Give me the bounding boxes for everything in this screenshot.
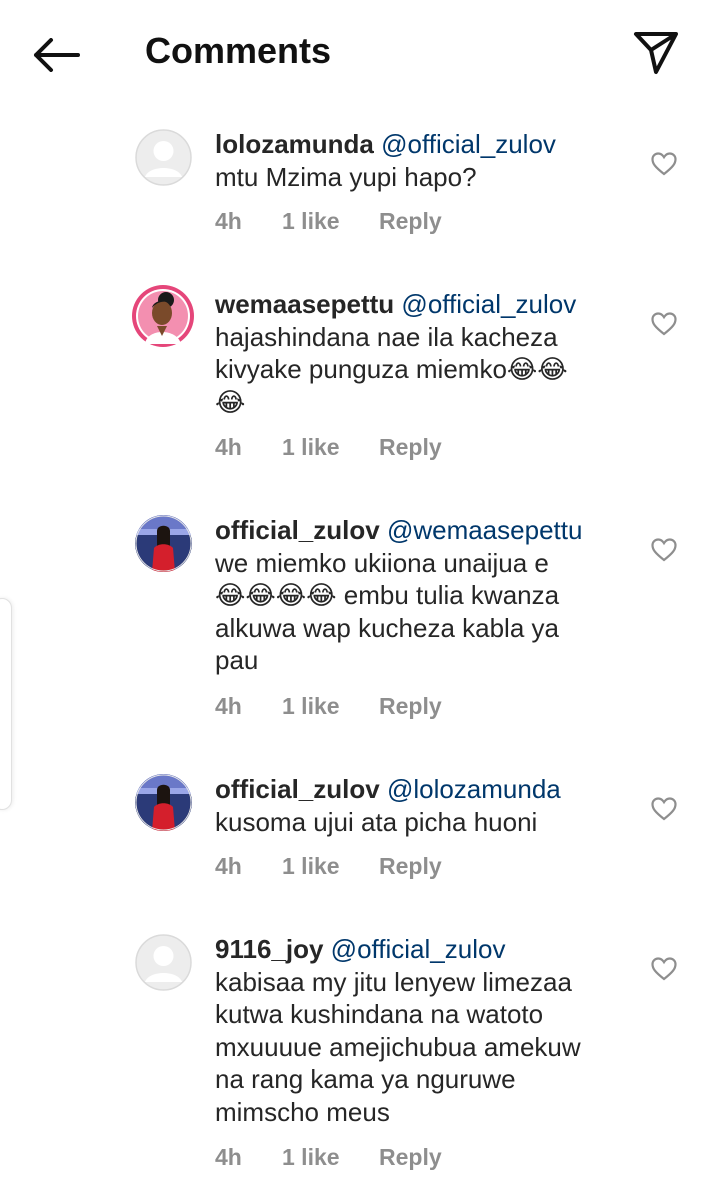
photo-avatar-icon [135, 515, 192, 572]
side-panel-handle[interactable] [0, 598, 12, 810]
comment-body: 9116_joy @official_zulov kabisaa my jitu… [215, 933, 615, 1128]
cartoon-woman-avatar-icon [132, 285, 194, 347]
comment-likes[interactable]: 1 like [282, 208, 379, 235]
reply-button[interactable]: Reply [379, 1144, 442, 1171]
page-title: Comments [145, 30, 332, 71]
comment-meta: 4h 1 like Reply [215, 434, 442, 461]
comment-likes[interactable]: 1 like [282, 1144, 379, 1171]
heart-icon[interactable] [651, 957, 677, 981]
reply-button[interactable]: Reply [379, 434, 442, 461]
comment-likes[interactable]: 1 like [282, 693, 379, 720]
comment-mention[interactable]: @official_zulov [401, 289, 576, 319]
comment-meta: 4h 1 like Reply [215, 693, 442, 720]
comment-text: 😂😂😂😂 embu tulia kwanza [215, 580, 560, 610]
reply-button[interactable]: Reply [379, 853, 442, 880]
comment-text: kivyake punguza miemko😂😂 [215, 354, 568, 384]
header: Comments [0, 0, 720, 105]
heart-icon[interactable] [651, 797, 677, 821]
comment-username[interactable]: 9116_joy [215, 934, 323, 964]
back-button[interactable] [30, 32, 82, 78]
comment-mention[interactable]: @official_zulov [381, 129, 556, 159]
comment-text: kabisaa my jitu lenyew limezaa [215, 966, 572, 997]
comment-text: mxuuuue amejichubua amekuw [215, 1031, 581, 1062]
comment-username[interactable]: official_zulov [215, 515, 380, 545]
paper-plane-icon [634, 32, 678, 74]
comment-text: 😂 [215, 386, 246, 417]
comment-text: mimscho meus [215, 1096, 390, 1127]
comment-username[interactable]: official_zulov [215, 774, 380, 804]
comment-body: wemaasepettu @official_zulov hajashindan… [215, 288, 615, 418]
avatar[interactable] [135, 515, 192, 572]
comment-mention[interactable]: @wemaasepettu [387, 515, 583, 545]
comment-time: 4h [215, 434, 242, 460]
avatar[interactable] [135, 774, 192, 831]
comment-time: 4h [215, 853, 242, 879]
comment-text: mtu Mzima yupi hapo? [215, 161, 477, 192]
share-button[interactable] [630, 28, 682, 78]
avatar[interactable] [131, 284, 195, 348]
heart-icon[interactable] [651, 538, 677, 562]
comment-text: we miemko ukiiona unaijua e [215, 547, 549, 578]
comment-text: alkuwa wap kucheza kabla ya [215, 612, 559, 643]
comment-likes[interactable]: 1 like [282, 434, 379, 461]
comment-body: official_zulov @wemaasepettu we miemko u… [215, 514, 615, 677]
avatar[interactable] [135, 934, 192, 991]
comment-likes[interactable]: 1 like [282, 853, 379, 880]
reply-button[interactable]: Reply [379, 693, 442, 720]
comment-time: 4h [215, 693, 242, 719]
default-avatar-icon [135, 129, 192, 186]
comment-body: lolozamunda @official_zulov mtu Mzima yu… [215, 128, 615, 193]
comment-meta: 4h 1 like Reply [215, 208, 442, 235]
comment-mention[interactable]: @official_zulov [331, 934, 506, 964]
comment-username[interactable]: wemaasepettu [215, 289, 394, 319]
comment-username[interactable]: lolozamunda [215, 129, 374, 159]
arrow-left-icon [34, 38, 80, 72]
heart-icon[interactable] [651, 312, 677, 336]
comment-body: official_zulov @lolozamunda kusoma ujui … [215, 773, 615, 838]
comment-time: 4h [215, 208, 242, 234]
comment-text: kutwa kushindana na watoto [215, 999, 544, 1029]
comment-meta: 4h 1 like Reply [215, 1144, 442, 1171]
heart-icon[interactable] [651, 152, 677, 176]
default-avatar-icon [135, 934, 192, 991]
comment-meta: 4h 1 like Reply [215, 853, 442, 880]
comment-mention[interactable]: @lolozamunda [387, 774, 561, 804]
comment-text: pau [215, 645, 259, 675]
photo-avatar-icon [135, 774, 192, 831]
reply-button[interactable]: Reply [379, 208, 442, 235]
comment-time: 4h [215, 1144, 242, 1170]
comment-text: na rang kama ya nguruwe [215, 1064, 516, 1094]
avatar[interactable] [135, 129, 192, 186]
comment-text: kusoma ujui ata picha huoni [215, 806, 538, 837]
comment-text: hajashindana nae ila kacheza [215, 321, 558, 352]
